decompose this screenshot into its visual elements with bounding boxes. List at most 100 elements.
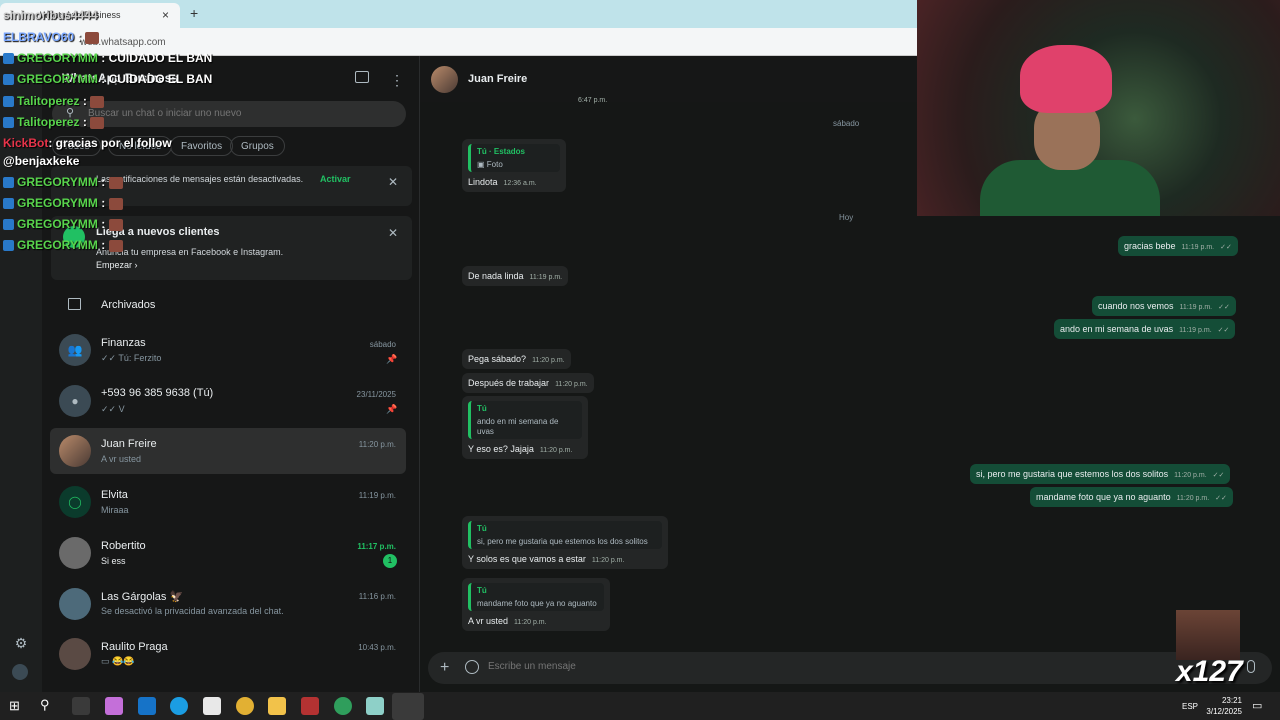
emote-icon <box>108 197 123 210</box>
taskbar <box>0 692 1280 720</box>
pin-icon: 📌 <box>386 404 398 414</box>
chat-time: 10:43 p.m. <box>358 643 396 652</box>
chat-name: Raulito Praga <box>101 641 168 653</box>
message-bubble-in[interactable]: Tú · Estados ▣ Foto Lindota 12:36 a.m. <box>462 139 566 192</box>
settings-icon[interactable]: ⚙ <box>12 635 30 653</box>
emoji-icon[interactable] <box>465 660 479 674</box>
chat-name: Juan Freire <box>101 438 157 450</box>
copilot-icon[interactable] <box>105 697 123 715</box>
menu-icon[interactable]: ⋮ <box>390 72 404 89</box>
contact-avatar <box>59 537 91 569</box>
badge-icon <box>3 240 14 252</box>
chat-name: Las Gárgolas 🦅 <box>101 591 184 603</box>
chat-row[interactable] <box>50 479 406 525</box>
emote-icon <box>90 95 105 108</box>
pin-icon: 📌 <box>386 354 398 364</box>
chat-time: sábado <box>369 340 396 349</box>
chat-preview: Se desactivó la privacidad avanzada del … <box>101 606 284 616</box>
chat-row-selected[interactable] <box>50 428 406 474</box>
filter-groups[interactable]: Grupos <box>230 136 285 156</box>
reply-quote: Tú ando en mi semana de uvas <box>468 401 582 439</box>
search-input[interactable] <box>88 108 388 119</box>
stream-chat-line: GREGORYMM : <box>3 238 123 252</box>
date-separator: sábado <box>833 119 860 128</box>
chat-preview: Miraaa <box>101 505 129 515</box>
message-bubble-in[interactable]: Tú ando en mi semana de uvas Y eso es? Ja… <box>462 396 588 459</box>
stream-chat-line: GREGORYMM : <box>3 175 123 189</box>
chat-row[interactable] <box>50 632 406 678</box>
contact-name[interactable]: Juan Freire <box>468 73 527 85</box>
stream-chat-line: GREGORYMM : CUIDADO EL BAN <box>3 72 212 86</box>
emote-combo-count: x127 <box>1176 655 1243 688</box>
filter-favorites[interactable]: Favoritos <box>170 136 234 156</box>
date-separator: Hoy <box>839 213 854 222</box>
chat-preview: Si ess <box>101 556 126 566</box>
message-bubble-out[interactable]: cuando nos vemos 11:19 p.m. ✓✓ <box>1092 296 1236 316</box>
message-bubble-in[interactable]: Tú mandame foto que ya no aguanto A vr us… <box>462 578 610 631</box>
message-input[interactable] <box>488 661 1088 672</box>
contact-avatar[interactable] <box>431 66 458 93</box>
chat-name: +593 96 385 9638 (Tú) <box>101 387 214 399</box>
nav-rail <box>0 56 42 692</box>
new-chat-icon[interactable] <box>355 71 369 83</box>
search-icon[interactable]: ⚲ <box>40 697 50 713</box>
windows-start-icon[interactable]: ⊞ <box>9 698 20 714</box>
message-bubble-in[interactable]: Pega sábado? 11:20 p.m. <box>462 349 571 369</box>
edge-icon[interactable] <box>170 697 188 715</box>
explorer-icon[interactable] <box>268 697 286 715</box>
badge-icon <box>3 96 14 108</box>
promo-start-link[interactable]: Empezar › <box>96 260 138 270</box>
chrome-icon[interactable] <box>236 697 254 715</box>
message-bubble-out[interactable]: mandame foto que ya no aguanto 11:20 p.m.… <box>1030 487 1233 507</box>
archive-icon <box>68 298 81 310</box>
promo-subtitle: Anuncia tu empresa en Facebook e Instagr… <box>96 247 284 257</box>
chat-time: 11:16 p.m. <box>358 592 396 601</box>
notepad-icon[interactable] <box>366 697 384 715</box>
close-icon[interactable]: ✕ <box>388 175 398 189</box>
badge-icon <box>3 74 14 86</box>
task-view-icon[interactable] <box>72 697 90 715</box>
store-icon[interactable] <box>203 697 221 715</box>
message-bubble-in[interactable]: Después de trabajar 11:20 p.m. <box>462 373 594 393</box>
archived-row[interactable]: Archivados <box>101 299 155 311</box>
chat-row[interactable] <box>50 581 406 627</box>
active-chrome-icon[interactable] <box>392 693 424 720</box>
chat-row[interactable] <box>50 378 406 424</box>
chat-row[interactable] <box>50 327 406 373</box>
emote-icon <box>108 218 123 231</box>
outlook-icon[interactable] <box>138 697 156 715</box>
notification-icon[interactable]: ▭ <box>1252 699 1262 712</box>
notifications-activate-link[interactable]: Activar <box>320 174 351 184</box>
badge-icon <box>3 198 14 210</box>
message-bubble-in[interactable]: De nada linda 11:19 p.m. <box>462 266 569 286</box>
profile-avatar[interactable] <box>12 664 28 680</box>
stream-chat-line: Talitoperez : <box>3 115 105 129</box>
clock[interactable]: 23:21 3/12/2025 <box>1200 695 1242 717</box>
microphone-icon[interactable] <box>1247 660 1255 673</box>
message-bubble-in[interactable]: Tú si, pero me gustaria que estemos los d… <box>462 516 668 569</box>
notifications-text: Las notificaciones de mensajes están des… <box>96 174 304 184</box>
new-tab-button[interactable]: + <box>190 5 198 21</box>
chrome-icon[interactable] <box>334 697 352 715</box>
contact-avatar <box>59 435 91 467</box>
tab-close-icon[interactable]: × <box>162 8 169 22</box>
contact-avatar <box>59 638 91 670</box>
chat-time: 23/11/2025 <box>356 390 396 399</box>
emote-icon <box>108 239 123 252</box>
stream-chat-line: @benjaxkeke <box>3 154 80 168</box>
badge-icon <box>3 219 14 231</box>
chat-name: Finanzas <box>101 337 146 349</box>
close-icon[interactable]: ✕ <box>388 226 398 240</box>
chat-row[interactable] <box>50 530 406 576</box>
message-bubble-out[interactable]: gracias bebe 11:19 p.m. ✓✓ <box>1118 236 1238 256</box>
app-icon[interactable] <box>301 697 319 715</box>
chat-name: Elvita <box>101 489 128 501</box>
language-indicator[interactable]: ESP <box>1182 702 1198 711</box>
chat-time: 11:20 p.m. <box>358 440 396 449</box>
stream-chat-line: GREGORYMM : CUIDADO EL BAN <box>3 51 212 65</box>
attach-plus-icon[interactable]: + <box>440 659 449 677</box>
reply-quote: Tú mandame foto que ya no aguanto <box>468 583 604 611</box>
message-bubble-out[interactable]: si, pero me gustaria que estemos los dos… <box>970 464 1231 484</box>
message-bubble-out[interactable]: ando en mi semana de uvas 11:19 p.m. ✓✓ <box>1054 319 1236 339</box>
reply-quote: Tú si, pero me gustaria que estemos los d… <box>468 521 662 549</box>
